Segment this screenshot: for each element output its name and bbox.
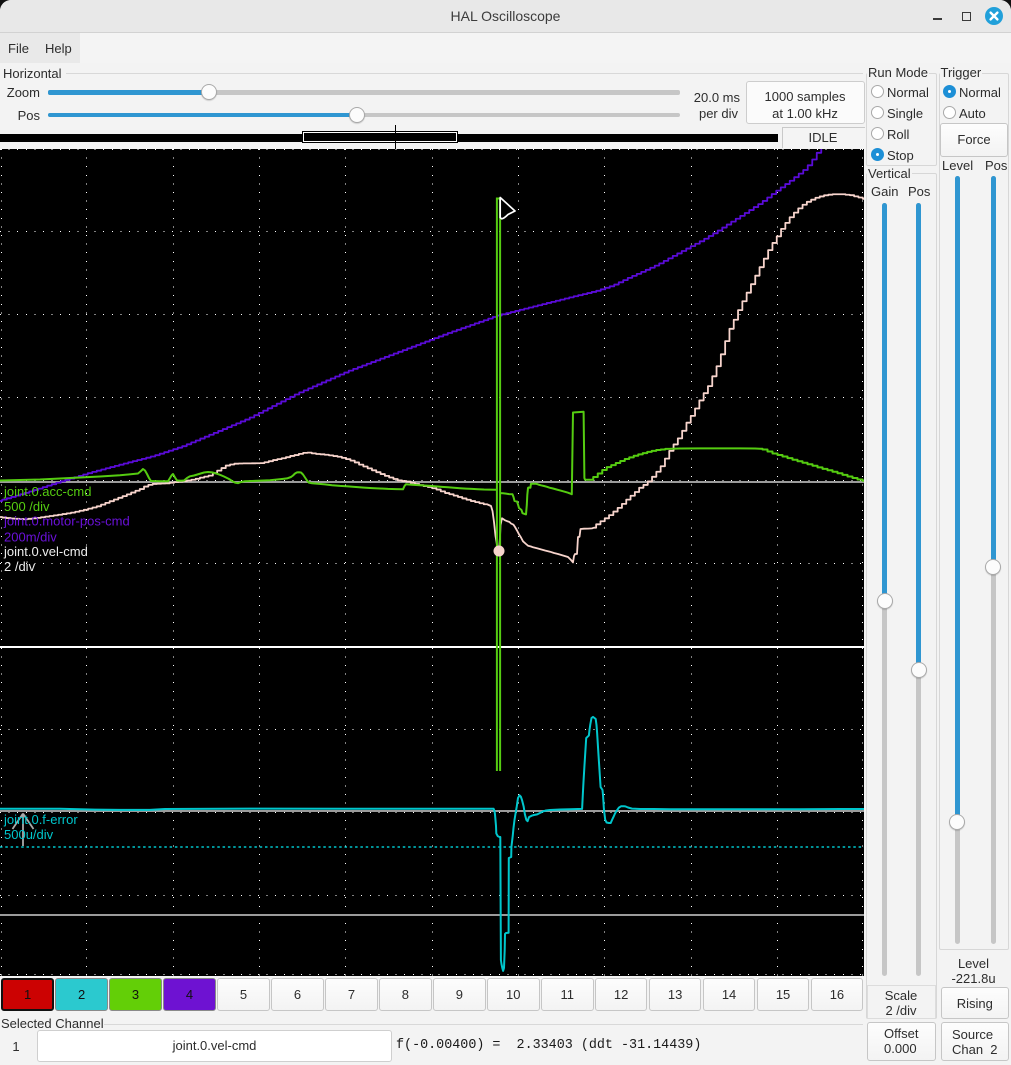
svg-text:joint.0.motor-pos-cmd: joint.0.motor-pos-cmd <box>3 514 130 529</box>
svg-text:joint.0.vel-cmd: joint.0.vel-cmd <box>3 544 88 559</box>
svg-text:joint.0.f-error: joint.0.f-error <box>3 812 78 827</box>
svg-text:joint.0.acc-cmd: joint.0.acc-cmd <box>3 484 91 499</box>
svg-text:200m/div: 200m/div <box>4 530 57 545</box>
svg-text:2 /div: 2 /div <box>4 559 36 574</box>
svg-text:500u/div: 500u/div <box>4 827 54 842</box>
svg-text:500 /div: 500 /div <box>4 499 50 514</box>
